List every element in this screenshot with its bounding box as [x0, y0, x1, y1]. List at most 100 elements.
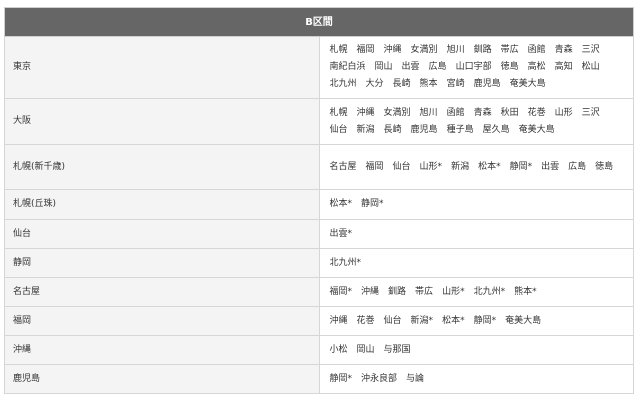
destination-airport: 新潟*	[410, 315, 434, 326]
destination-airport: 福岡	[365, 161, 384, 172]
table-row: 静岡 北九州*	[4, 248, 634, 278]
destination-airport: 札幌	[329, 107, 348, 118]
destination-airport: 山口宇部	[455, 62, 492, 72]
destination-airport: 松山	[581, 62, 600, 72]
origin-airport: 札幌(丘珠)	[4, 189, 320, 220]
destination-airport: 鹿児島	[410, 124, 438, 135]
table-row: 福岡 沖縄 花巻 仙台 新潟* 松本* 静岡* 奄美大島	[4, 306, 634, 336]
destination-airport: 帯広	[500, 45, 519, 55]
destination-airport: 帯広	[415, 286, 434, 297]
destination-airport: 奄美大島	[518, 124, 555, 135]
destination-airport: 宮崎	[446, 79, 465, 89]
destination-airport: 熊本*	[514, 286, 537, 297]
destination-airport: 岡山	[374, 62, 393, 72]
origin-airport: 札幌(新千歳)	[4, 144, 320, 190]
destination-airport: 奄美大島	[505, 315, 542, 326]
destination-airport: 仙台	[383, 315, 402, 326]
destination-airport: 福岡	[356, 45, 375, 55]
destination-airport: 熊本	[419, 79, 438, 89]
destination-airport: 青森	[554, 45, 573, 55]
table-row: 札幌(丘珠) 松本* 静岡*	[4, 189, 634, 220]
destination-airport: 静岡*	[509, 161, 533, 172]
destination-airport: 広島	[428, 62, 447, 72]
destination-list: 小松 岡山 与那国	[318, 335, 634, 365]
zone-header: B区間	[4, 7, 634, 37]
destination-airport: 松本*	[442, 315, 465, 326]
table-row: 仙台 出雲*	[4, 219, 634, 249]
destination-list: 札幌 沖縄 女満別 旭川 函館 青森 秋田 花巻 山形 三沢仙台 新潟 長崎 鹿児島 種子島 屋久島 奄美大島	[318, 98, 634, 145]
destination-airport: 山形*	[419, 161, 443, 172]
destination-airport: 徳島	[500, 62, 519, 72]
destination-airport: 沖縄	[361, 286, 380, 297]
destination-airport: 松本*	[329, 199, 353, 209]
destination-airport: 出雲	[541, 161, 560, 172]
destination-airport: 旭川	[419, 107, 438, 118]
destination-airport: 大分	[365, 79, 384, 89]
destination-airport: 与那国	[383, 344, 411, 355]
destination-airport: 函館	[446, 107, 465, 118]
destination-airport: 長崎	[392, 79, 411, 89]
destination-airport: 花巻	[527, 107, 546, 118]
table-header-row: B区間	[4, 7, 634, 37]
destination-airport: 沖縄	[383, 45, 402, 55]
destination-airport: 旭川	[446, 45, 465, 55]
destination-airport: 小松	[329, 344, 348, 355]
destination-airport: 名古屋	[329, 161, 357, 172]
table-row: 沖縄 小松 岡山 与那国	[4, 335, 634, 365]
destination-airport: 秋田	[500, 107, 519, 118]
destination-airport: 出雲	[401, 62, 420, 72]
destination-airport: 福岡*	[329, 286, 353, 297]
destination-airport: 鹿児島	[473, 79, 501, 89]
destination-airport: 女満別	[410, 45, 438, 55]
destination-airport: 函館	[527, 45, 546, 55]
destination-airport: 屋久島	[482, 124, 510, 135]
destination-airport: 北九州	[329, 79, 357, 89]
destination-airport: 静岡*	[329, 373, 353, 384]
origin-airport: 鹿児島	[4, 364, 320, 394]
destination-list: 北九州*	[318, 248, 634, 278]
table-row: 鹿児島 静岡* 沖永良部 与論	[4, 364, 634, 394]
destination-list: 松本* 静岡*	[318, 189, 634, 220]
destination-airport: 徳島	[595, 161, 614, 172]
fare-zone-table: B区間 東京 札幌 福岡 沖縄 女満別 旭川 釧路 帯広 函館 青森 三沢南紀白浜 岡山 出雲 広島 山口…	[4, 7, 634, 394]
table-row: 東京 札幌 福岡 沖縄 女満別 旭川 釧路 帯広 函館 青森 三沢南紀白浜 岡山 出雲 広島 山口宇部 徳島…	[4, 36, 634, 99]
destination-airport: 山形*	[442, 286, 465, 297]
destination-list: 札幌 福岡 沖縄 女満別 旭川 釧路 帯広 函館 青森 三沢南紀白浜 岡山 出雲 広島 山口宇部 徳島 高松高…	[318, 36, 634, 99]
destination-airport: 松本*	[478, 161, 501, 172]
destination-airport: 青森	[473, 107, 492, 118]
destination-airport: 北九州*	[473, 286, 506, 297]
destination-airport: 三沢	[581, 107, 600, 118]
destination-list: 名古屋 福岡 仙台 山形* 新潟 松本* 静岡* 出雲 広島 徳島	[318, 144, 634, 190]
destination-list: 静岡* 沖永良部 与論	[318, 364, 634, 394]
destination-airport: 与論	[406, 373, 425, 384]
destination-airport: 沖縄	[329, 315, 348, 326]
destination-airport: 広島	[568, 161, 587, 172]
destination-airport: 新潟	[356, 124, 375, 135]
destination-airport: 沖縄	[356, 107, 375, 118]
destination-airport: 仙台	[392, 161, 411, 172]
destination-airport: 北九州*	[329, 257, 362, 268]
table-body: 東京 札幌 福岡 沖縄 女満別 旭川 釧路 帯広 函館 青森 三沢南紀白浜 岡山 出雲 広島 山口宇部 徳島…	[4, 36, 634, 394]
destination-airport: 長崎	[383, 124, 402, 135]
origin-airport: 福岡	[4, 306, 320, 336]
destination-airport: 出雲*	[329, 228, 353, 239]
destination-airport: 種子島	[446, 124, 474, 135]
origin-airport: 沖縄	[4, 335, 320, 365]
destination-airport: 高知	[554, 62, 573, 72]
origin-airport: 大阪	[4, 98, 320, 145]
destination-airport: 奄美大島	[509, 79, 546, 89]
destination-airport: 岡山	[356, 344, 375, 355]
destination-airport: 花巻	[356, 315, 375, 326]
destination-airport: 女満別	[383, 107, 411, 118]
fare-zone-table-container: B区間 東京 札幌 福岡 沖縄 女満別 旭川 釧路 帯広 函館 青森 三沢南紀白浜 岡山 出雲 広島 山口…	[4, 7, 634, 394]
destination-list: 福岡* 沖縄 釧路 帯広 山形* 北九州* 熊本*	[318, 277, 634, 307]
destination-airport: 釧路	[388, 286, 407, 297]
origin-airport: 静岡	[4, 248, 320, 278]
destination-list: 沖縄 花巻 仙台 新潟* 松本* 静岡* 奄美大島	[318, 306, 634, 336]
destination-airport: 沖永良部	[361, 373, 398, 384]
destination-airport: 静岡*	[361, 199, 384, 209]
origin-airport: 東京	[4, 36, 320, 99]
destination-airport: 山形	[554, 107, 573, 118]
origin-airport: 仙台	[4, 219, 320, 249]
destination-airport: 新潟	[451, 161, 470, 172]
